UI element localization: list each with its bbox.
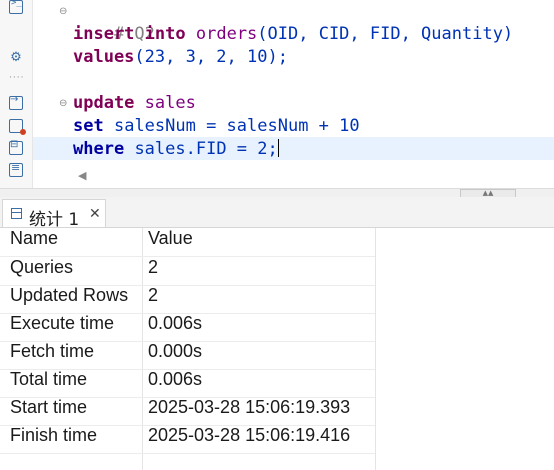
terminal-icon[interactable]: [9, 0, 23, 14]
row-name: Finish time: [10, 425, 98, 445]
close-icon[interactable]: ✕: [89, 206, 101, 222]
table-name-orders: orders: [195, 24, 258, 44]
row-name: Updated Rows: [10, 285, 129, 305]
row-divider: [0, 453, 375, 454]
table-name-sales: sales: [144, 93, 196, 113]
row-value: 0.006s: [148, 369, 203, 389]
insert-columns: (OID, CID, FID, Quantity): [257, 24, 514, 44]
doc-icon[interactable]: [9, 139, 23, 155]
text-cursor: [277, 139, 279, 157]
tab-statistics[interactable]: 统计 1 ✕: [2, 199, 106, 230]
row-name: Start time: [10, 397, 88, 417]
arrow-icon[interactable]: [9, 94, 23, 110]
code-line-where: where sales.FID = 2;: [73, 138, 279, 161]
editor-gutter: ⚙ ····: [0, 0, 33, 188]
keyword-set: set: [73, 116, 104, 136]
keyword-insert: insert: [73, 24, 135, 44]
table-row[interactable]: Updated Rows 2: [0, 285, 554, 313]
row-value: 2025-03-28 15:06:19.416: [148, 425, 351, 445]
row-value: 2: [148, 285, 159, 305]
keyword-where: where: [73, 139, 125, 159]
row-name: Fetch time: [10, 341, 95, 361]
table-row[interactable]: Total time 0.006s: [0, 369, 554, 397]
panel-splitter[interactable]: ▲▲: [0, 188, 554, 198]
row-name: Total time: [10, 369, 88, 389]
header-name[interactable]: Name: [10, 228, 58, 256]
code-line-insert: insert into orders(OID, CID, FID, Quanti…: [73, 23, 513, 46]
tab-label: 统计 1: [29, 210, 80, 230]
list-icon[interactable]: [9, 161, 23, 177]
code-line-update: update sales: [73, 92, 196, 115]
doc-error-icon[interactable]: [9, 119, 26, 135]
scroll-left-icon[interactable]: ◀: [78, 169, 86, 182]
table-row[interactable]: Execute time 0.006s: [0, 313, 554, 341]
fold-icon[interactable]: ⊖: [59, 98, 67, 109]
keyword-update: update: [73, 93, 135, 113]
table-row[interactable]: Fetch time 0.000s: [0, 341, 554, 369]
fold-icon[interactable]: ⊖: [59, 6, 67, 17]
table-row[interactable]: Queries 2: [0, 257, 554, 285]
header-value[interactable]: Value: [148, 228, 193, 256]
code-line-values: values(23, 3, 2, 10);: [73, 46, 288, 69]
results-tabbar: 统计 1 ✕: [0, 197, 554, 230]
row-name: Execute time: [10, 313, 115, 333]
horizontal-scrollbar[interactable]: ◀: [73, 166, 554, 186]
row-value: 2025-03-28 15:06:19.393: [148, 397, 351, 417]
row-value: 0.006s: [148, 313, 203, 333]
table-icon: [11, 208, 22, 219]
set-expression: salesNum = salesNum + 10: [113, 116, 360, 136]
row-value: 2: [148, 257, 159, 277]
sql-editor[interactable]: ⊖ # Q2 insert into orders(OID, CID, FID,…: [33, 0, 554, 188]
gear-icon[interactable]: ⚙: [9, 51, 23, 65]
where-expression: sales.FID = 2;: [134, 139, 278, 159]
table-header-row: Name Value: [0, 228, 554, 256]
table-row[interactable]: Finish time 2025-03-28 15:06:19.416: [0, 425, 554, 453]
row-name: Queries: [10, 257, 74, 277]
code-line-set: set salesNum = salesNum + 10: [73, 115, 360, 138]
row-value: 0.000s: [148, 341, 203, 361]
values-args: (23, 3, 2, 10);: [134, 47, 288, 67]
keyword-into: into: [144, 24, 186, 44]
keyword-values: values: [73, 47, 135, 67]
dots-icon: ····: [9, 73, 25, 83]
table-row[interactable]: Start time 2025-03-28 15:06:19.393: [0, 397, 554, 425]
